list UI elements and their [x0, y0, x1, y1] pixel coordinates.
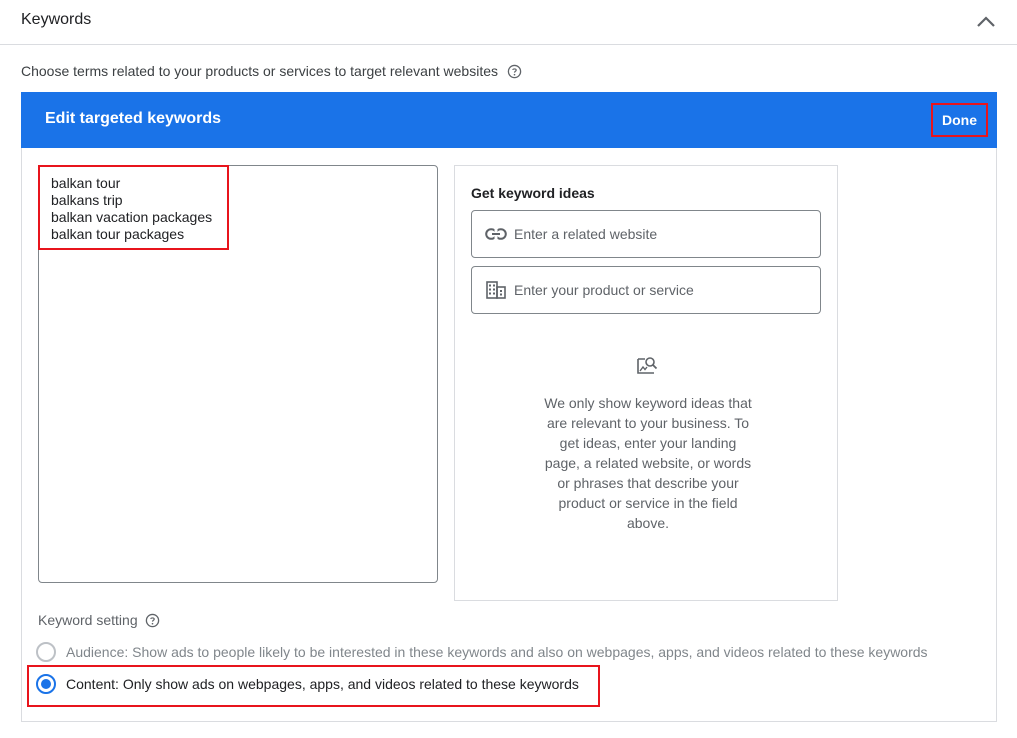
- content-option-label: Content: Only show ads on webpages, apps…: [66, 676, 579, 692]
- keyword-item: balkan vacation packages: [51, 209, 213, 225]
- ideas-title: Get keyword ideas: [471, 185, 595, 201]
- help-icon[interactable]: [145, 613, 160, 628]
- editor-banner: Edit targeted keywords Done: [21, 92, 997, 148]
- content-option[interactable]: Content: Only show ads on webpages, apps…: [36, 674, 579, 694]
- section-description: Choose terms related to your products or…: [21, 63, 522, 79]
- audience-radio[interactable]: [36, 642, 56, 662]
- collapse-button[interactable]: [972, 8, 1000, 36]
- audience-option-label: Audience: Show ads to people likely to b…: [66, 644, 928, 660]
- product-service-placeholder: Enter your product or service: [514, 282, 694, 298]
- chevron-up-icon: [977, 16, 995, 27]
- related-website-input[interactable]: Enter a related website: [471, 210, 821, 258]
- ideas-empty-message: We only show keyword ideas that are rele…: [544, 395, 752, 531]
- product-service-input[interactable]: Enter your product or service: [471, 266, 821, 314]
- related-website-placeholder: Enter a related website: [514, 226, 658, 242]
- keyword-ideas-panel: Get keyword ideas Enter a related websit…: [454, 165, 838, 601]
- image-search-icon: [637, 357, 658, 374]
- content-radio[interactable]: [36, 674, 56, 694]
- audience-option[interactable]: Audience: Show ads to people likely to b…: [36, 642, 928, 662]
- link-icon: [485, 223, 507, 245]
- keyword-setting-text: Keyword setting: [38, 612, 138, 628]
- keywords-section-header: Keywords: [0, 0, 1017, 45]
- help-icon[interactable]: [507, 64, 522, 79]
- description-text: Choose terms related to your products or…: [21, 63, 498, 79]
- keywords-textarea[interactable]: balkan tour balkans trip balkan vacation…: [38, 165, 438, 583]
- keyword-item: balkan tour: [51, 175, 121, 191]
- keyword-item: balkans trip: [51, 192, 123, 208]
- keyword-item: balkan tour packages: [51, 226, 185, 242]
- business-icon: [485, 279, 507, 301]
- keyword-list: balkan tour balkans trip balkan vacation…: [51, 175, 212, 243]
- section-title: Keywords: [21, 11, 92, 28]
- keyword-setting-label: Keyword setting: [38, 612, 160, 628]
- done-button[interactable]: Done: [931, 103, 988, 137]
- editor-title: Edit targeted keywords: [45, 110, 222, 127]
